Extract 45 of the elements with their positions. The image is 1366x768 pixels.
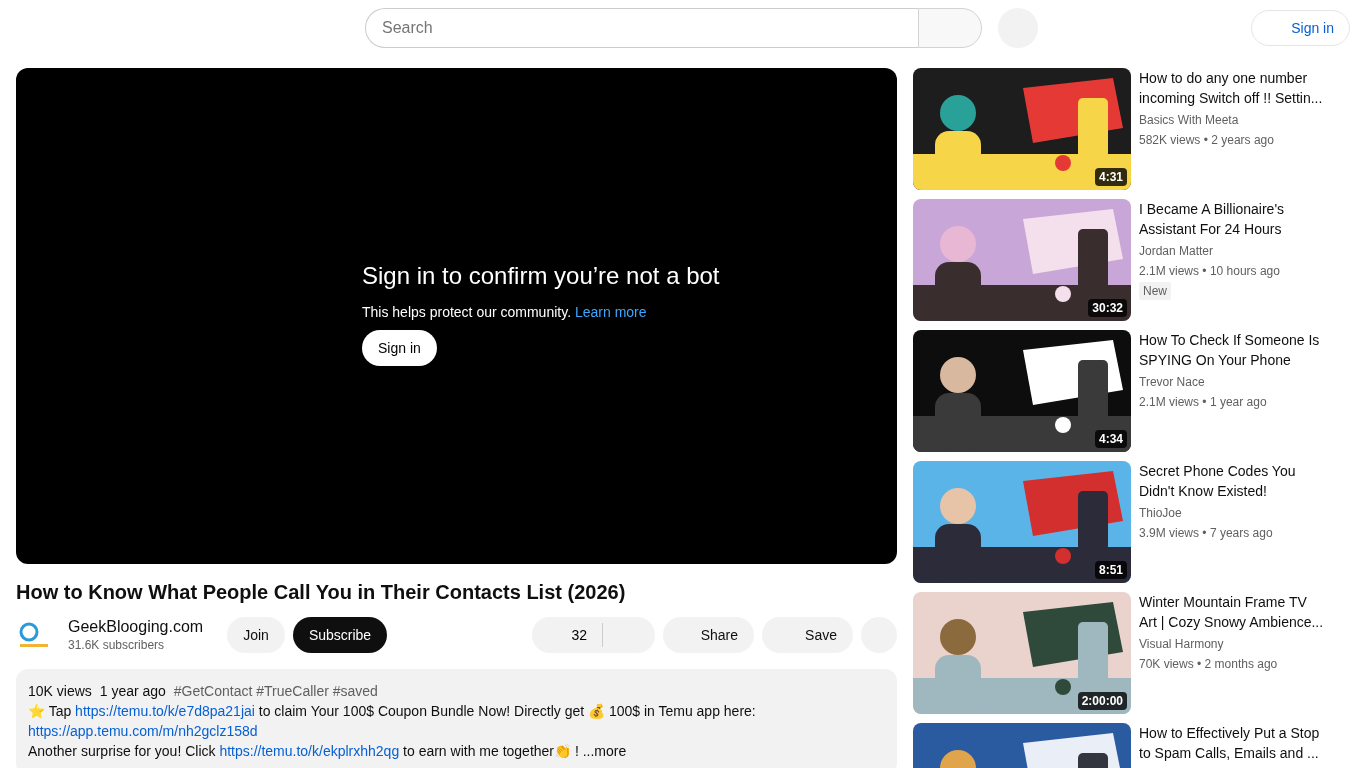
video-stats: 70K views • 2 months ago: [1139, 656, 1278, 673]
channel-name: Trevor Nace: [1139, 374, 1205, 391]
sign-in-button[interactable]: Sign in: [1251, 10, 1350, 46]
video-duration: 8:51: [1094, 561, 1127, 579]
new-badge: New: [1139, 282, 1171, 300]
view-count: 10K views: [28, 683, 92, 699]
channel-name[interactable]: GeekBlooging.com: [68, 618, 204, 636]
link[interactable]: https://temu.to/k/ekplrxhh2qg: [219, 743, 400, 759]
join-button[interactable]: Join: [227, 617, 285, 653]
video-title: How to Know What People Call You in Their Contacts List (2026): [16, 580, 627, 605]
channel-name: Jordan Matter: [1139, 243, 1214, 260]
share-button[interactable]: Share: [663, 617, 754, 653]
sign-in-button[interactable]: Sign in: [362, 330, 437, 366]
video-title[interactable]: How to Effectively Put a Stop to Spam Calls, Emails and ...: [1139, 723, 1325, 763]
video-duration: 4:34: [1094, 430, 1127, 448]
video-duration: 4:31: [1094, 168, 1127, 186]
video-stats: 582K views • 2 years ago: [1139, 132, 1274, 149]
subscribe-button[interactable]: Subscribe: [292, 617, 388, 653]
link[interactable]: https://temu.to/k/e7d8pa21jai: [75, 703, 255, 719]
video-title[interactable]: How To Check If Someone Is SPYING On Your Phone: [1139, 330, 1325, 370]
subscriber-count: 31.6K subscribers: [68, 638, 166, 652]
notice-message: This helps protect our community. Learn more: [362, 304, 647, 320]
upload-date: 1 year ago: [99, 683, 166, 699]
save-button[interactable]: Save: [762, 617, 853, 653]
description-line: Another surprise for you! Click https://temu.to/k/ekplrxhh2qg to earn with me together👏 ! ...more: [28, 742, 628, 761]
video-duration: 2:00:00: [1077, 692, 1127, 710]
channel-name: Basics With Meeta: [1139, 112, 1239, 129]
video-duration: 30:32: [1088, 299, 1127, 317]
video-title[interactable]: How to do any one number incoming Switch off !! Settin...: [1139, 68, 1325, 108]
like-button[interactable]: 32: [532, 617, 603, 653]
description-line: ⭐ Tap https://temu.to/k/e7d8pa21jai to claim Your 100$ Coupon Bundle Now! Directly get 💰 100$ in Temu app here:: [28, 702, 757, 721]
notice-title: Sign in to confirm you’re not a bot: [362, 262, 720, 290]
link[interactable]: https://app.temu.com/m/nh2gclz158d: [28, 723, 258, 739]
channel-name: ThioJoe: [1139, 505, 1182, 522]
video-title[interactable]: I Became A Billionaire's Assistant For 24 Hours: [1139, 199, 1325, 239]
hashtags[interactable]: #GetContact #TrueCaller #saved: [173, 683, 378, 699]
learn-more-link[interactable]: Learn more: [574, 304, 647, 320]
video-title[interactable]: Winter Mountain Frame TV Art | Cozy Snowy Ambience...: [1139, 592, 1325, 632]
video-stats: 2.1M views • 1 year ago: [1139, 394, 1267, 411]
search-field[interactable]: Search: [365, 8, 918, 48]
show-more-button[interactable]: ...more: [582, 743, 627, 759]
channel-name: Visual Harmony: [1139, 636, 1224, 653]
video-stats: 3.9M views • 7 years ago: [1139, 525, 1273, 542]
video-stats: 2.1M views • 10 hours ago: [1139, 263, 1280, 280]
video-title[interactable]: Secret Phone Codes You Didn't Know Existed!: [1139, 461, 1325, 501]
